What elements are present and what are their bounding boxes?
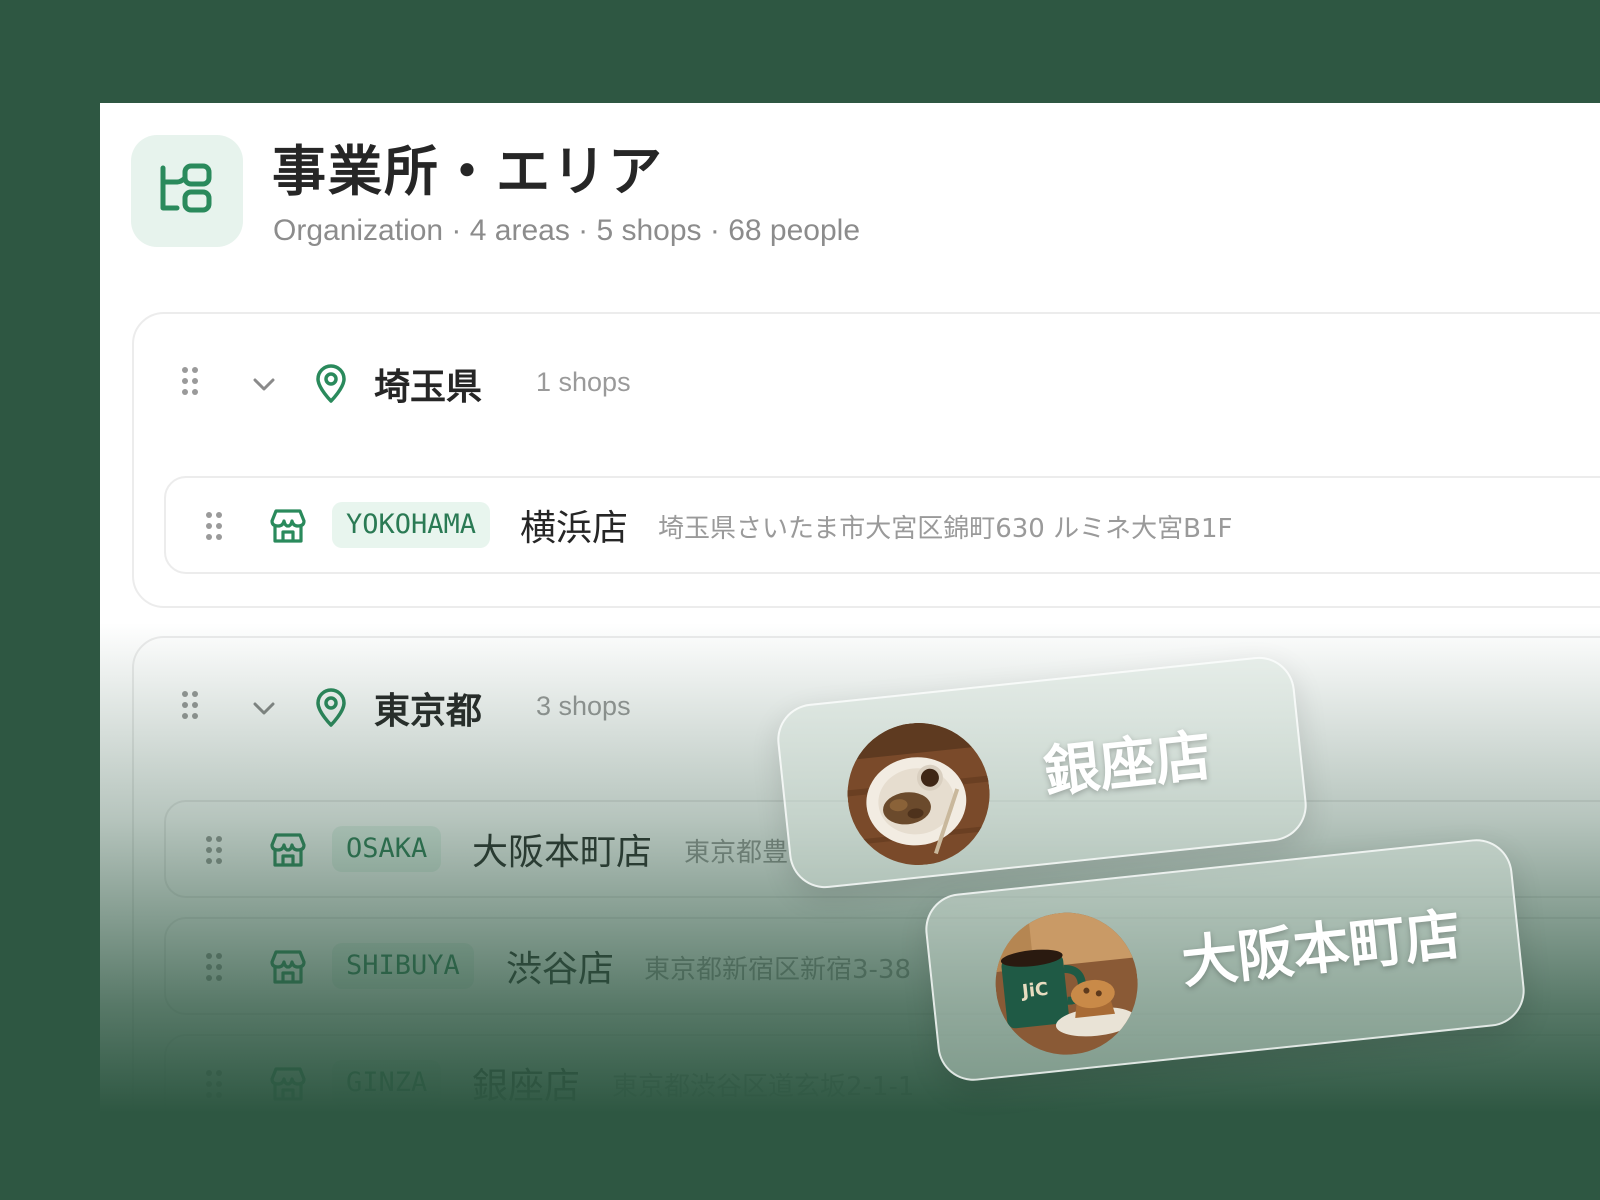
- dragging-shop-label: 銀座店: [1040, 723, 1215, 806]
- drag-handle-icon[interactable]: [206, 953, 222, 981]
- location-pin-icon: [316, 688, 346, 727]
- shop-code-badge: YOKOHAMA: [332, 502, 491, 548]
- location-pin-icon: [316, 364, 346, 403]
- drag-handle-icon[interactable]: [182, 367, 198, 395]
- shop-name: 銀座店: [472, 1066, 581, 1107]
- shop-name: 大阪本町店: [472, 832, 653, 873]
- area-header[interactable]: 埼玉県 1 shops: [134, 314, 1600, 454]
- shop-row[interactable]: YOKOHAMA 横浜店 埼玉県さいたま市大宮区錦町630 ルミネ大宮B1F: [164, 476, 1600, 574]
- svg-text:JiC: JiC: [1019, 979, 1049, 1003]
- page-subtitle: Organization · 4 areas · 5 shops · 68 pe…: [273, 214, 861, 247]
- drag-handle-icon[interactable]: [206, 512, 222, 540]
- chevron-down-icon[interactable]: [250, 370, 278, 398]
- shop-name: 渋谷店: [506, 949, 615, 990]
- storefront-icon: [270, 950, 306, 984]
- drag-handle-icon[interactable]: [182, 691, 198, 719]
- storefront-icon: [270, 833, 306, 867]
- shop-name: 横浜店: [520, 508, 629, 549]
- shop-photo-food: [840, 715, 997, 873]
- area-name: 東京都: [374, 691, 483, 732]
- shop-code-badge: SHIBUYA: [332, 943, 474, 989]
- shop-photo-coffee: JiC: [988, 905, 1145, 1062]
- org-tree-icon: [131, 135, 243, 247]
- shop-code-badge: OSAKA: [332, 826, 442, 872]
- page-title: 事業所・エリア: [272, 140, 664, 203]
- drag-handle-icon[interactable]: [206, 1070, 222, 1098]
- area-card-saitama: 埼玉県 1 shops YOKOHAMA 横浜店 埼玉県さいたま市大宮区錦町63…: [132, 312, 1600, 608]
- shop-code-badge: GINZA: [332, 1060, 442, 1106]
- drag-handle-icon[interactable]: [206, 836, 222, 864]
- dragging-shop-label: 大阪本町店: [1178, 902, 1465, 997]
- chevron-down-icon[interactable]: [250, 694, 278, 722]
- storefront-icon: [270, 509, 306, 543]
- shop-row[interactable]: GINZA 銀座店 東京都渋谷区道玄坂2-1-1: [164, 1034, 1600, 1113]
- shop-address: 東京都新宿区新宿3-38: [644, 955, 912, 985]
- area-shop-count: 1 shops: [536, 367, 631, 397]
- shop-address: 東京都豊: [684, 838, 789, 868]
- storefront-icon: [270, 1067, 306, 1101]
- area-name: 埼玉県: [374, 367, 483, 408]
- shop-address: 東京都渋谷区道玄坂2-1-1: [612, 1072, 915, 1102]
- shop-address: 埼玉県さいたま市大宮区錦町630 ルミネ大宮B1F: [658, 514, 1233, 544]
- area-shop-count: 3 shops: [536, 691, 631, 721]
